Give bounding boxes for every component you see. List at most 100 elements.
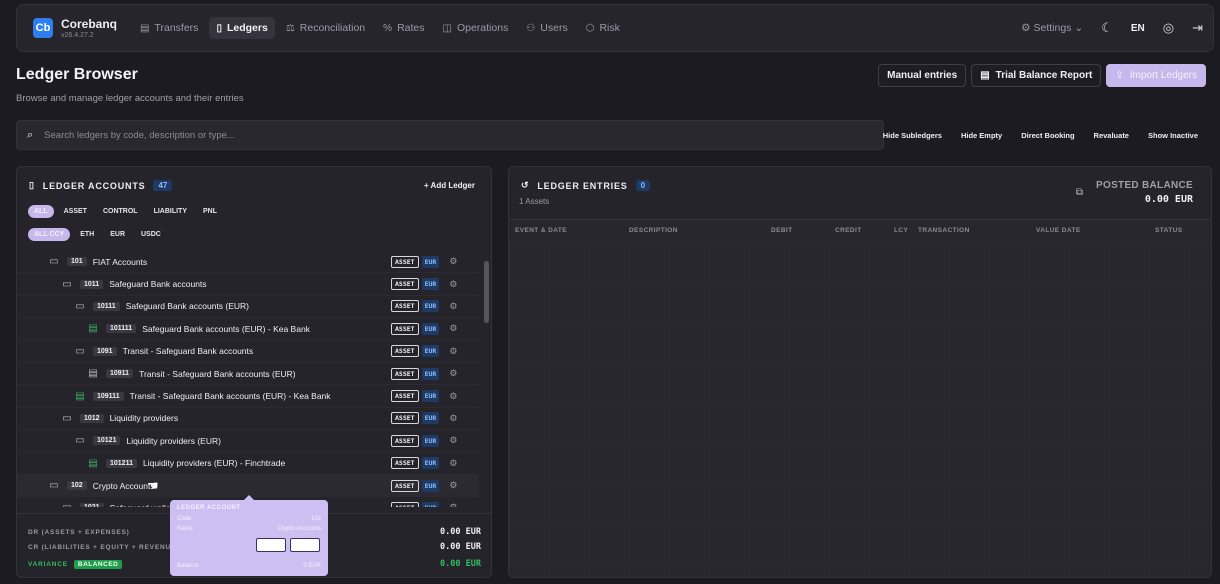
tooltip-name-label: Name [177, 526, 194, 532]
ledger-name: Crypto Accounts [92, 480, 155, 491]
debit-total-value: 0.00 EUR [440, 527, 481, 537]
nav-ledgers[interactable]: ▯ Ledgers [209, 17, 275, 39]
chip-eur[interactable]: EUR [104, 228, 131, 241]
moon-icon[interactable]: ☾ [1101, 20, 1113, 36]
ledger-code: 101211 [106, 458, 137, 468]
gear-icon[interactable]: ⚙ [449, 301, 457, 312]
copy-icon[interactable]: ⧉ [1076, 187, 1083, 198]
nav-transfers[interactable]: ▤ Transfers [133, 17, 205, 39]
trial-balance-report-button[interactable]: ▤ Trial Balance Report [971, 64, 1102, 87]
ledger-row[interactable]: ▭ 102 Crypto Accounts ASSET EUR ⚙ [17, 474, 479, 498]
credit-total-value: 0.00 EUR [440, 542, 481, 552]
ledger-row[interactable]: ▤ 101211 Liquidity providers (EUR) - Finch… [17, 453, 479, 475]
col-description[interactable]: DESCRIPTION [629, 227, 678, 234]
gear-icon[interactable]: ⚙ [449, 256, 457, 267]
gear-icon[interactable]: ⚙ [449, 323, 457, 334]
type-badge: ASSET [391, 390, 419, 403]
entries-table-header: EVENT & DATE DESCRIPTION DEBIT CREDIT LC… [509, 219, 1211, 241]
filter-toggles: Hide Subledgers Hide Empty Direct Booking R… [883, 131, 1198, 140]
gear-icon[interactable]: ⚙ [449, 413, 457, 424]
gear-icon[interactable]: ⚙ [449, 279, 457, 290]
ledger-name: FIAT Accounts [92, 256, 148, 267]
gear-icon[interactable]: ⚙ [449, 480, 457, 491]
variance-value: 0.00 EUR [440, 559, 481, 569]
chip-usdc[interactable]: USDC [135, 228, 167, 241]
app-version: v26.4.27.2 [61, 32, 94, 39]
chip-pnl[interactable]: PNL [197, 205, 223, 218]
gear-icon[interactable]: ⚙ [449, 435, 457, 446]
user-profile-icon[interactable]: ◎ [1163, 20, 1174, 36]
filter-direct-booking[interactable]: Direct Booking [1021, 131, 1074, 140]
page-subtitle: Browse and manage ledger accounts and th… [16, 93, 244, 104]
nav-users[interactable]: ⚇ Users [519, 17, 574, 39]
settings-menu[interactable]: ⚙ Settings ⌄ [1021, 22, 1083, 34]
logout-icon[interactable]: ⇥ [1192, 20, 1203, 36]
ledger-row[interactable]: ▭ 1011 Safeguard Bank accounts ASSET EUR ⚙ [17, 273, 479, 296]
col-event-date[interactable]: EVENT & DATE [515, 227, 567, 234]
nav-rates[interactable]: % Rates [376, 17, 431, 39]
ledger-name: Safeguard Bank accounts (EUR) [125, 301, 250, 312]
gear-icon[interactable]: ⚙ [449, 502, 457, 507]
col-credit[interactable]: CREDIT [835, 227, 862, 234]
gear-icon: ⚙ [1021, 22, 1031, 34]
ledger-row[interactable]: ▭ 101 FIAT Accounts ASSET EUR ⚙ [17, 251, 479, 274]
tooltip-name-value: Crypto Accounts [277, 526, 321, 532]
nav-reconciliation[interactable]: ⚖ Reconciliation [279, 17, 372, 39]
tooltip-code-label: Code [177, 516, 192, 522]
chip-all-ccy[interactable]: ALL CCY [28, 228, 71, 241]
gear-icon[interactable]: ⚙ [449, 346, 457, 357]
percent-icon: % [383, 22, 393, 34]
ledger-row[interactable]: ▤ 101111 Safeguard Bank accounts (EUR) - K… [17, 318, 479, 341]
import-ledgers-button[interactable]: ⇪ Import Ledgers [1106, 64, 1206, 87]
chip-control[interactable]: CONTROL [97, 205, 144, 218]
ledger-name: Safeguard Bank accounts [109, 279, 207, 290]
nav-risk[interactable]: ⬡ Risk [579, 17, 627, 39]
folder-icon: ▭ [49, 256, 59, 268]
currency-badge: EUR [421, 390, 440, 403]
ledger-code: 1091 [93, 346, 117, 356]
chip-liability[interactable]: LIABILITY [148, 205, 193, 218]
ledger-row[interactable]: ▭ 10121 Liquidity providers (EUR) ASSET EUR ⚙ [17, 430, 479, 453]
chip-all[interactable]: ALL [28, 205, 54, 218]
col-transaction[interactable]: TRANSACTION [918, 227, 970, 234]
filter-hide-subledgers[interactable]: Hide Subledgers [883, 131, 942, 140]
add-ledger-button[interactable]: + Add Ledger [424, 181, 475, 190]
manual-entries-button[interactable]: Manual entries [878, 64, 967, 87]
nav-operations[interactable]: ◫ Operations [436, 17, 516, 39]
language-selector[interactable]: EN [1131, 23, 1145, 34]
gear-icon[interactable]: ⚙ [449, 458, 457, 469]
posted-balance: POSTED BALANCE 0.00 EUR [1096, 180, 1193, 205]
ledger-row[interactable]: ▭ 10111 Safeguard Bank accounts (EUR) ASSET… [17, 296, 479, 319]
nav-label: Users [540, 22, 568, 34]
header-actions: Manual entries ▤ Trial Balance Report ⇪ … [878, 64, 1206, 87]
tooltip-name-row: Name Crypto Accounts [177, 526, 321, 532]
nav-label: Transfers [154, 22, 199, 34]
col-debit[interactable]: DEBIT [771, 227, 793, 234]
chip-asset[interactable]: ASSET [58, 205, 93, 218]
app-logo[interactable]: Cb [33, 18, 53, 38]
ledger-row[interactable]: ▤ 10911 Transit - Safeguard Bank accounts … [17, 363, 479, 386]
type-badge: ASSET [391, 367, 419, 380]
filter-hide-empty[interactable]: Hide Empty [961, 131, 1002, 140]
tree-scrollbar[interactable] [484, 261, 489, 323]
filter-revaluate[interactable]: Revaluate [1094, 131, 1129, 140]
ledger-row[interactable]: ▭ 1091 Transit - Safeguard Bank accounts AS… [17, 341, 479, 363]
filter-show-inactive[interactable]: Show Inactive [1148, 131, 1198, 140]
col-status[interactable]: STATUS [1155, 227, 1182, 234]
folder-icon: ▭ [62, 278, 72, 290]
chip-eth[interactable]: ETH [74, 228, 100, 241]
ledger-row[interactable]: ▭ 1012 Liquidity providers ASSET EUR ⚙ [17, 408, 479, 431]
tooltip-box [290, 538, 320, 552]
gear-icon[interactable]: ⚙ [449, 391, 457, 402]
col-lcy[interactable]: LCY [894, 227, 908, 234]
ledger-tags: ASSETEUR ⚙ [391, 390, 457, 403]
ledger-code: 10111 [93, 301, 120, 311]
ledger-row[interactable]: ▤ 109111 Transit - Safeguard Bank accounts… [17, 385, 479, 408]
file-icon: ▤ [75, 390, 85, 402]
col-value-date[interactable]: VALUE DATE [1036, 227, 1081, 234]
shield-icon: ⬡ [585, 22, 595, 34]
gear-icon[interactable]: ⚙ [449, 368, 457, 379]
search-input[interactable] [44, 129, 805, 141]
balanced-badge: BALANCED [73, 559, 123, 569]
top-right-controls: ⚙ Settings ⌄ ☾ EN ◎ ⇥ [1021, 20, 1203, 36]
